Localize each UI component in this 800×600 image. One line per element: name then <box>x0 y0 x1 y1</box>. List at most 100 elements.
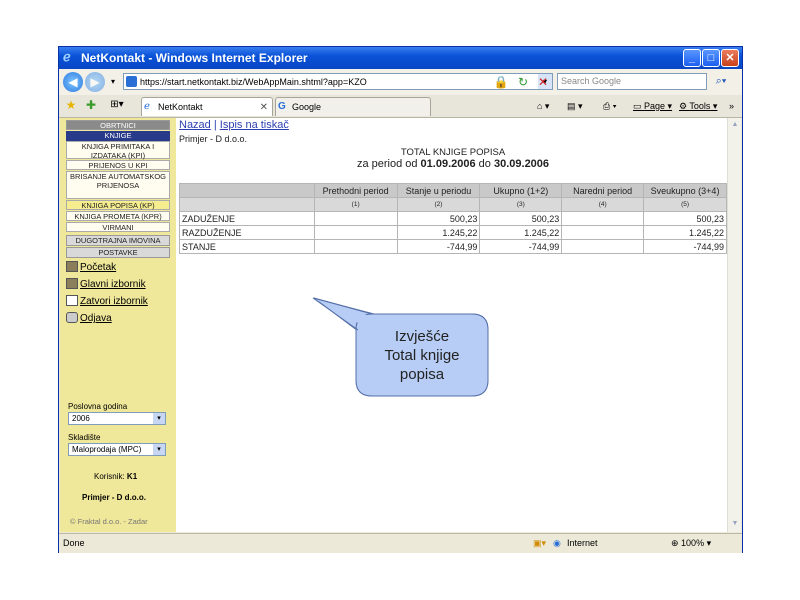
home-icon <box>66 261 78 272</box>
sidebar-item-kpr[interactable]: KNJIGA PROMETA (KPR) <box>66 211 170 221</box>
table-cell <box>561 225 645 240</box>
chevron-down-icon: ▾ <box>153 444 165 455</box>
feeds-icon[interactable]: ▤ ▾ <box>567 98 583 114</box>
table-cell: 500,23 <box>643 211 727 226</box>
home-icon[interactable]: ⌂ ▾ <box>537 98 549 114</box>
page-content: OBRTNICI KNJIGE KNJIGA PRIMITAKA I IZDAT… <box>60 118 741 532</box>
date-to: 30.09.2006 <box>493 158 550 170</box>
tools-menu[interactable]: ⚙ Tools ▾ <box>679 98 717 114</box>
tab-label: NetKontakt <box>158 102 203 112</box>
table-row: STANJE -744,99 -744,99 -744,99 <box>179 239 727 254</box>
maximize-button[interactable]: □ <box>702 49 720 67</box>
link-label: Glavni izbornik <box>80 279 146 290</box>
print-link[interactable]: Ispis na tiskač <box>220 119 289 131</box>
table-number-row: (1) (2) (3) (4) (5) <box>179 197 727 212</box>
user-value: K1 <box>126 472 138 481</box>
table-cell <box>561 239 645 254</box>
sidebar-item-kp[interactable]: KNJIGA POPISA (KP) <box>66 200 170 210</box>
table-cell <box>561 211 645 226</box>
close-tab-icon[interactable]: ✕ <box>260 98 268 117</box>
title-bar: ℯ NetKontakt - Windows Internet Explorer… <box>59 47 742 69</box>
warehouse-label: Skladište <box>68 433 101 442</box>
more-icon[interactable]: » <box>729 98 734 114</box>
tools-menu-label: Tools <box>689 101 711 111</box>
vertical-scrollbar[interactable]: ▲ ▼ <box>727 118 741 532</box>
table-cell: -744,99 <box>396 239 481 254</box>
browser-window: ℯ NetKontakt - Windows Internet Explorer… <box>58 46 743 553</box>
search-icon[interactable]: ⌕▾ <box>709 73 733 90</box>
stop-icon[interactable]: ✕ <box>535 74 551 90</box>
link-odjava[interactable]: Odjava <box>66 312 112 325</box>
scroll-down-icon[interactable]: ▼ <box>729 518 741 530</box>
period-mid: do <box>478 158 491 170</box>
period-prefix: za period od <box>356 158 418 170</box>
company-name: Primjer - D d.o.o. <box>82 493 147 502</box>
table-row: RAZDUŽENJE 1.245,22 1.245,22 1.245,22 <box>179 225 727 240</box>
status-text: Done <box>63 538 85 548</box>
callout-line: Izvješće <box>394 328 450 345</box>
table-cell: 1.245,22 <box>479 225 563 240</box>
table-cell <box>313 225 398 240</box>
sidebar-item-virmani[interactable]: VIRMANI <box>66 222 170 232</box>
table-cell: -744,99 <box>479 239 563 254</box>
main-panel: Nazad | Ispis na tiskač Primjer - D d.o.… <box>179 118 727 532</box>
column-number <box>179 197 315 212</box>
tab-google[interactable]: G Google <box>275 97 431 116</box>
back-link[interactable]: Nazad <box>179 119 211 131</box>
column-header: Ukupno (1+2) <box>479 183 563 198</box>
callout-text: Izvješće Total knjige popisa <box>366 327 478 384</box>
status-bar: Done ▣▾ ◉ Internet ⊕ 100% ▾ <box>59 533 742 553</box>
back-button[interactable]: ◀ <box>63 72 83 92</box>
table-cell: 500,23 <box>396 211 481 226</box>
quick-tabs-icon[interactable]: ⊞▾ <box>109 97 125 113</box>
warehouse-value: Maloprodaja (MPC) <box>72 445 142 454</box>
add-favorites-icon[interactable]: ✚ <box>83 97 99 113</box>
address-toolbar: ◀ ▶ ▾ https://start.netkontakt.biz/WebAp… <box>59 69 742 96</box>
callout-line: Total knjige <box>384 347 460 364</box>
column-number: (4) <box>561 197 645 212</box>
year-select[interactable]: 2006 ▾ <box>68 412 166 425</box>
table-cell: 1.245,22 <box>643 225 727 240</box>
sidebar-item-postavke[interactable]: POSTAVKE <box>66 247 170 258</box>
link-label: Zatvori izbornik <box>80 296 148 307</box>
sidebar-item-prijenos[interactable]: PRIJENOS U KPI <box>66 160 170 170</box>
refresh-icon[interactable]: ↻ <box>515 74 531 90</box>
table-cell: 1.245,22 <box>396 225 481 240</box>
close-button[interactable]: ✕ <box>721 49 739 67</box>
callout-line: popisa <box>399 366 445 383</box>
page-menu[interactable]: ▭ Page ▾ <box>633 98 672 114</box>
link-zatvori-izbornik[interactable]: Zatvori izbornik <box>66 295 148 308</box>
report-period: za period od 01.09.2006 do 30.09.2006 <box>279 158 627 170</box>
lock-icon <box>66 312 78 323</box>
link-label: Odjava <box>80 313 112 324</box>
table-cell <box>313 211 398 226</box>
search-input[interactable]: Search Google <box>557 73 707 90</box>
ie-page-icon: ℯ <box>144 101 150 112</box>
user-label: Korisnik: <box>94 472 125 481</box>
page-menu-label: Page <box>644 101 666 111</box>
column-header: Sveukupno (3+4) <box>643 183 727 198</box>
page-icon <box>126 76 137 87</box>
scroll-up-icon[interactable]: ▲ <box>729 119 741 131</box>
sidebar-item-kpi[interactable]: KNJIGA PRIMITAKA I IZDATAKA (KPI) <box>66 141 170 160</box>
minimize-button[interactable]: _ <box>683 49 701 67</box>
menu-icon <box>66 278 78 289</box>
address-bar[interactable]: https://start.netkontakt.biz/WebAppMain.… <box>123 73 553 90</box>
protected-mode-icon[interactable]: ▣▾ <box>533 534 546 553</box>
sidebar-item-dugotrajna[interactable]: DUGOTRAJNA IMOVINA <box>66 235 170 246</box>
column-number: (5) <box>643 197 727 212</box>
zoom-control[interactable]: ⊕ 100% ▾ <box>671 534 711 553</box>
favorites-star-icon[interactable]: ★ <box>63 97 79 113</box>
column-number: (3) <box>479 197 563 212</box>
warehouse-select[interactable]: Maloprodaja (MPC) ▾ <box>68 443 166 456</box>
lock-icon[interactable]: 🔒 <box>493 74 509 90</box>
forward-button[interactable]: ▶ <box>85 72 105 92</box>
date-from: 01.09.2006 <box>420 158 476 170</box>
link-glavni-izbornik[interactable]: Glavni izbornik <box>66 278 146 291</box>
history-dropdown-icon[interactable]: ▾ <box>105 74 121 90</box>
tab-netkontakt[interactable]: ℯ NetKontakt ✕ <box>141 97 273 116</box>
print-icon[interactable]: ⎙ ▾ <box>603 98 616 114</box>
sidebar-item-brisanje[interactable]: BRISANJE AUTOMATSKOG PRIJENOSA <box>66 171 170 199</box>
sidebar-item-knjige[interactable]: KNJIGE <box>66 131 170 141</box>
link-pocetak[interactable]: Početak <box>66 261 116 274</box>
